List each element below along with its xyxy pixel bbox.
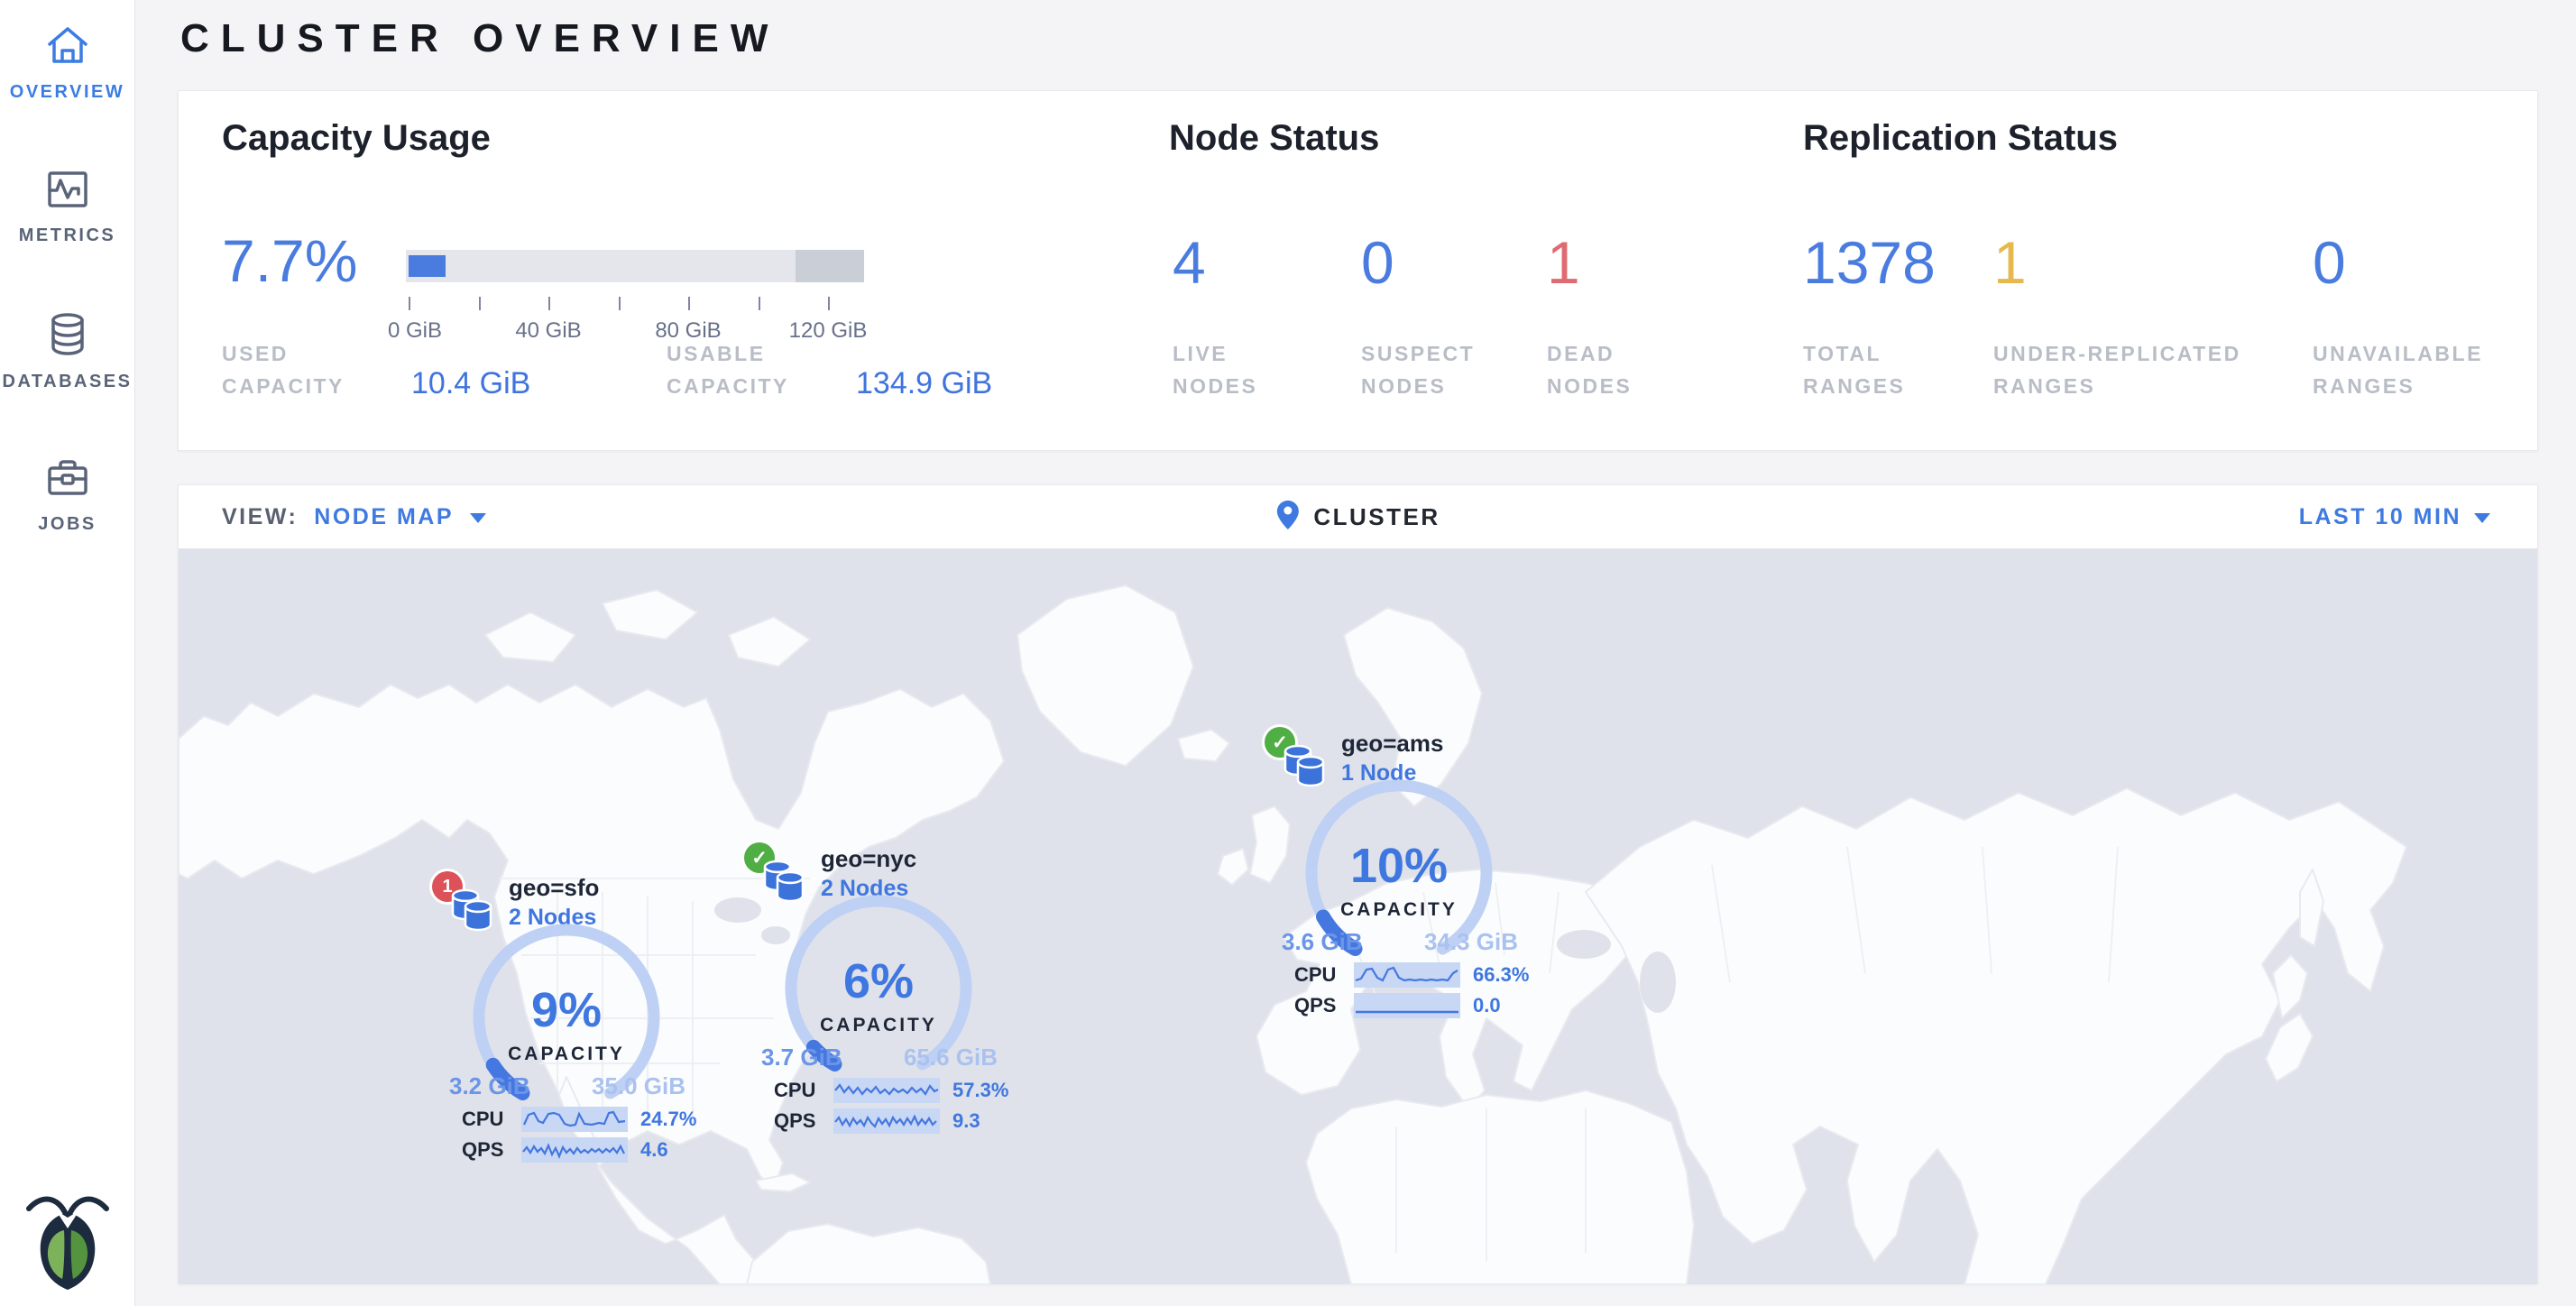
total-ranges-value: 1378 <box>1803 228 1936 297</box>
cpu-label: CPU <box>462 1108 509 1131</box>
time-range-value: LAST 10 MIN <box>2299 504 2461 530</box>
suspect-nodes-label: SUSPECT NODES <box>1361 337 1475 402</box>
replication-status-title: Replication Status <box>1803 118 2118 159</box>
capacity-percent: 9% <box>458 982 675 1038</box>
usable-capacity-value: 134.9 GiB <box>856 366 992 401</box>
capacity-label: CAPACITY <box>770 1015 987 1036</box>
locality-name: geo=nyc <box>821 845 916 873</box>
map-toolbar: VIEW: NODE MAP CLUSTER LAST 10 MIN <box>179 485 2537 549</box>
sidebar-item-overview[interactable]: OVERVIEW <box>0 23 134 103</box>
world-map: 1 geo=sfo 2 Nodes 9% CAPACITY 3.2 GiB 35… <box>179 549 2537 1284</box>
capacity-label: CAPACITY <box>458 1044 675 1065</box>
cpu-label: CPU <box>774 1079 821 1102</box>
sidebar: OVERVIEW METRICS DATABASES JOBS <box>0 0 135 1306</box>
sidebar-item-label: METRICS <box>0 225 134 246</box>
locality-name: geo=sfo <box>509 874 599 902</box>
usable-capacity-label: USABLE CAPACITY <box>667 337 789 402</box>
metrics-icon <box>0 167 134 216</box>
used-capacity: 3.7 GiB <box>761 1044 842 1071</box>
cpu-sparkline <box>521 1107 628 1132</box>
capacity-bar-other-segment <box>796 250 864 282</box>
capacity-percent: 10% <box>1291 838 1507 894</box>
capacity-usage-bar: 0 GiB 40 GiB 80 GiB 120 GiB <box>406 250 864 358</box>
chevron-down-icon[interactable] <box>470 513 486 523</box>
chevron-down-icon <box>2474 513 2490 523</box>
sidebar-item-jobs[interactable]: JOBS <box>0 455 134 535</box>
page-title: CLUSTER OVERVIEW <box>180 16 779 61</box>
used-capacity-value: 10.4 GiB <box>411 366 530 401</box>
total-capacity: 35.0 GiB <box>592 1072 685 1100</box>
time-range-selector[interactable]: LAST 10 MIN <box>2299 485 2490 549</box>
capacity-bar-used-fill <box>409 255 446 277</box>
node-status-title: Node Status <box>1169 118 1379 159</box>
qps-label: QPS <box>1294 994 1341 1017</box>
locality-geo-sfo[interactable]: 1 geo=sfo 2 Nodes 9% CAPACITY 3.2 GiB 35… <box>431 842 774 1172</box>
qps-value: 4.6 <box>640 1138 668 1162</box>
home-icon <box>0 23 134 73</box>
node-map-panel: VIEW: NODE MAP CLUSTER LAST 10 MIN <box>178 484 2538 1284</box>
cpu-value: 57.3% <box>952 1079 1008 1102</box>
capacity-usage-percent: 7.7% <box>222 226 357 295</box>
cluster-overview-page: OVERVIEW METRICS DATABASES JOBS <box>0 0 2576 1306</box>
dead-nodes-value: 1 <box>1547 228 1580 297</box>
view-label: VIEW: <box>222 504 298 530</box>
cockroachdb-logo <box>18 1189 117 1294</box>
total-capacity: 34.3 GiB <box>1424 928 1518 956</box>
qps-sparkline <box>521 1137 628 1163</box>
used-capacity: 3.6 GiB <box>1282 928 1363 956</box>
qps-value: 9.3 <box>952 1109 980 1133</box>
used-capacity: 3.2 GiB <box>449 1072 530 1100</box>
briefcase-icon <box>0 455 134 505</box>
summary-panel: Capacity Usage 7.7% 0 GiB 40 GiB 80 GiB … <box>178 90 2538 451</box>
capacity-label: CAPACITY <box>1291 899 1507 921</box>
dead-nodes-label: DEAD NODES <box>1547 337 1632 402</box>
locality-geo-nyc[interactable]: ✓ geo=nyc 2 Nodes 6% CAPACITY 3.7 GiB 65… <box>743 813 1086 1143</box>
capacity-usage-title: Capacity Usage <box>222 118 491 159</box>
view-selector[interactable]: NODE MAP <box>314 504 454 530</box>
bar-tick-label: 120 GiB <box>789 318 868 344</box>
cpu-sparkline <box>833 1078 940 1103</box>
qps-label: QPS <box>774 1109 821 1133</box>
unavailable-ranges-label: UNAVAILABLE RANGES <box>2313 337 2483 402</box>
cpu-value: 66.3% <box>1473 963 1529 987</box>
cpu-label: CPU <box>1294 963 1341 987</box>
qps-sparkline <box>833 1108 940 1134</box>
locality-name: geo=ams <box>1341 730 1443 758</box>
live-nodes-value: 4 <box>1173 228 1206 297</box>
bar-tick-label: 40 GiB <box>515 318 581 344</box>
breadcrumb-cluster: CLUSTER <box>1313 503 1440 531</box>
qps-sparkline <box>1354 993 1460 1018</box>
sidebar-item-metrics[interactable]: METRICS <box>0 167 134 246</box>
qps-value: 0.0 <box>1473 994 1501 1017</box>
cpu-value: 24.7% <box>640 1108 696 1131</box>
suspect-nodes-value: 0 <box>1361 228 1394 297</box>
database-icon <box>0 311 134 363</box>
map-pin-icon <box>1275 500 1299 535</box>
sidebar-item-databases[interactable]: DATABASES <box>0 311 134 392</box>
unavailable-ranges-value: 0 <box>2313 228 2346 297</box>
under-replicated-ranges-value: 1 <box>1993 228 2027 297</box>
locality-geo-ams[interactable]: ✓ geo=ams 1 Node 10% CAPACITY 3.6 GiB 34… <box>1264 697 1606 1027</box>
sidebar-item-label: OVERVIEW <box>0 82 134 103</box>
sidebar-item-label: DATABASES <box>0 372 134 392</box>
under-replicated-ranges-label: UNDER-REPLICATED RANGES <box>1993 337 2241 402</box>
total-ranges-label: TOTAL RANGES <box>1803 337 1905 402</box>
live-nodes-label: LIVE NODES <box>1173 337 1257 402</box>
cpu-sparkline <box>1354 962 1460 988</box>
total-capacity: 65.6 GiB <box>904 1044 998 1071</box>
bar-tick-label: 0 GiB <box>388 318 442 344</box>
used-capacity-label: USED CAPACITY <box>222 337 345 402</box>
capacity-percent: 6% <box>770 953 987 1009</box>
qps-label: QPS <box>462 1138 509 1162</box>
sidebar-item-label: JOBS <box>0 514 134 535</box>
